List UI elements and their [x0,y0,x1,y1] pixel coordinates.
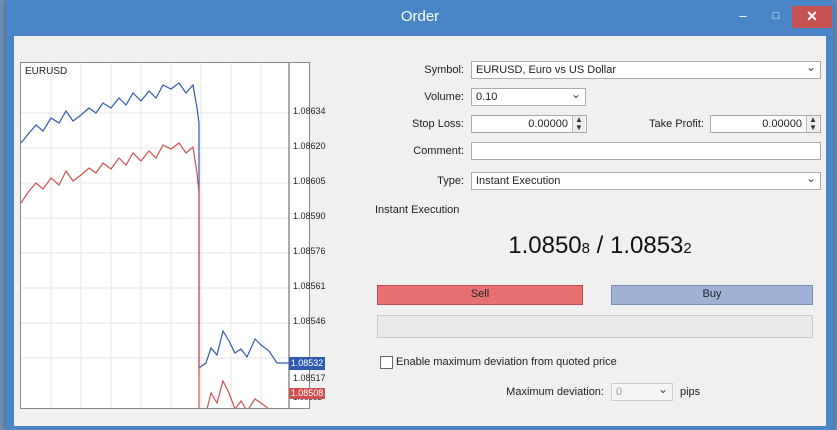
bid-price-tag: 1.08508 [289,388,325,399]
maximize-button[interactable]: □ [764,6,788,28]
stop-loss-value: 0.00000 [528,118,568,130]
quote-separator: / [589,232,610,259]
take-profit-label: Take Profit: [648,118,704,130]
take-profit-spinner[interactable]: ▲ ▼ [806,116,819,132]
chart-grid [21,63,289,408]
y-tick: 1.08576 [293,246,326,256]
sell-button[interactable]: Sell [377,285,583,305]
type-label: Type: [437,175,464,187]
bid-price-pip: 8 [581,240,590,257]
buy-button[interactable]: Buy [611,285,813,305]
quote-display: 1.08508 / 1.08532 [380,232,820,260]
symbol-label: Symbol: [424,64,464,76]
take-profit-value: 0.00000 [762,118,802,130]
pips-label: pips [680,386,701,398]
window-title: Order [400,8,440,25]
bid-price-main: 1.0850 [508,232,582,259]
execution-group-label: Instant Execution [375,204,460,216]
ask-price-main: 1.0853 [610,232,684,259]
stop-loss-spinner[interactable]: ▲ ▼ [572,116,585,132]
execution-progress-bar [377,315,813,338]
y-tick: 1.08620 [293,141,326,151]
max-deviation-select[interactable]: 0 [611,381,673,401]
dialog-client-area: EURUSD 1.08634 1.08620 1.08605 1.08590 1… [14,36,826,426]
y-tick: 1.08546 [293,316,326,326]
y-tick: 1.08605 [293,176,326,186]
comment-label: Comment: [413,145,464,157]
y-tick: 1.08590 [293,211,326,221]
order-window: Order – □ ✕ EURUSD 1.08634 1.08620 1.086… [6,0,834,430]
minimize-button[interactable]: – [731,6,755,28]
y-tick: 1.08517 [293,373,326,383]
y-tick: 1.08561 [293,281,326,291]
ask-line [21,82,289,370]
take-profit-input[interactable]: 0.00000 ▲ ▼ [710,115,821,133]
chart-symbol: EURUSD [25,66,68,77]
enable-deviation-checkbox[interactable] [380,356,393,369]
comment-input[interactable] [471,142,821,160]
ask-price-pip: 2 [683,240,692,257]
close-button[interactable]: ✕ [792,6,832,28]
y-tick: 1.08634 [293,106,326,116]
enable-deviation-label: Enable maximum deviation from quoted pri… [396,356,617,368]
tick-chart-svg [21,63,290,408]
volume-label: Volume: [424,91,464,103]
tick-chart: EURUSD 1.08634 1.08620 1.08605 1.08590 1… [20,62,326,409]
ask-price-tag: 1.08532 [289,357,325,370]
max-deviation-label: Maximum deviation: [506,386,604,398]
stop-loss-input[interactable]: 0.00000 ▲ ▼ [471,115,587,133]
volume-select[interactable]: 0.10 [471,86,586,106]
title-bar: Order – □ ✕ [6,0,834,36]
order-type-select[interactable]: Instant Execution [471,170,821,190]
symbol-select[interactable]: EURUSD, Euro vs US Dollar [471,59,821,79]
stop-loss-label: Stop Loss: [412,118,464,130]
